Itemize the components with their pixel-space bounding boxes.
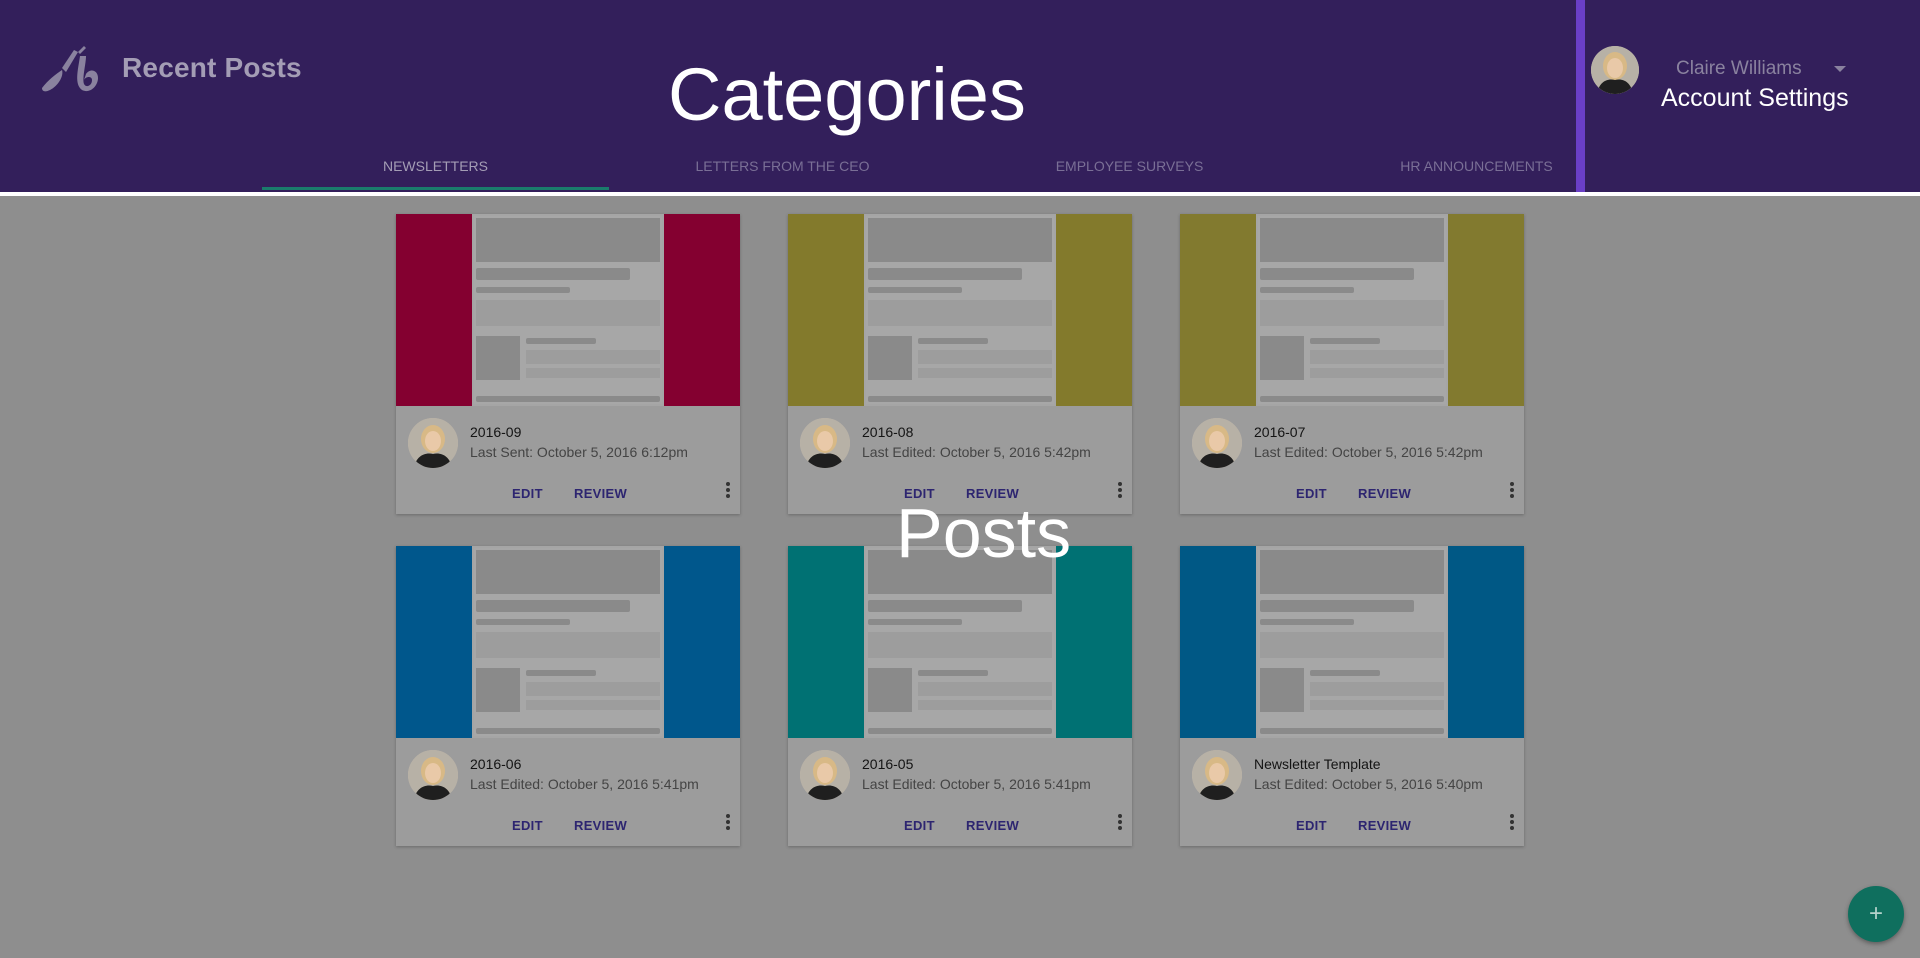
post-timestamp: Last Edited: October 5, 2016 5:40pm [1254,776,1483,792]
post-thumbnail[interactable] [1180,546,1524,738]
edit-button[interactable]: EDIT [1296,818,1327,833]
post-thumbnail[interactable] [788,546,1132,738]
avatar [1192,418,1242,468]
post-timestamp: Last Edited: October 5, 2016 5:41pm [470,776,699,792]
tab-letters-from-the-ceo[interactable]: LETTERS FROM THE CEO [609,150,956,192]
thumbnail-accent-left [788,214,864,406]
thumbnail-accent-right [664,546,740,738]
post-card[interactable]: 2016-09 Last Sent: October 5, 2016 6:12p… [396,214,740,514]
thumbnail-mockup [1258,548,1446,736]
review-button[interactable]: REVIEW [574,818,627,833]
thumbnail-accent-left [396,214,472,406]
thumbnail-accent-right [1056,546,1132,738]
avatar [408,750,458,800]
thumbnail-accent-right [1056,214,1132,406]
chevron-down-icon[interactable] [1834,66,1846,72]
categories-overlay-label: Categories [668,53,1026,136]
post-title: 2016-05 [862,756,914,772]
thumbnail-mockup [474,216,662,404]
tab-employee-surveys[interactable]: EMPLOYEE SURVEYS [956,150,1303,192]
post-thumbnail[interactable] [396,546,740,738]
post-timestamp: Last Edited: October 5, 2016 5:42pm [1254,444,1483,460]
edit-button[interactable]: EDIT [1296,486,1327,501]
thumbnail-accent-right [1448,214,1524,406]
more-vert-icon[interactable] [726,482,730,500]
more-vert-icon[interactable] [1118,814,1122,832]
plus-icon: + [1868,900,1883,927]
post-thumbnail[interactable] [396,214,740,406]
more-vert-icon[interactable] [1510,482,1514,500]
category-tabs: NEWSLETTERS LETTERS FROM THE CEO EMPLOYE… [262,150,1580,192]
post-timestamp: Last Edited: October 5, 2016 5:41pm [862,776,1091,792]
post-card[interactable]: 2016-08 Last Edited: October 5, 2016 5:4… [788,214,1132,514]
posts-grid-area: 2016-09 Last Sent: October 5, 2016 6:12p… [0,196,1920,958]
brush-logo-icon[interactable] [38,44,104,96]
post-timestamp: Last Edited: October 5, 2016 5:42pm [862,444,1091,460]
edit-button[interactable]: EDIT [904,818,935,833]
post-card[interactable]: 2016-07 Last Edited: October 5, 2016 5:4… [1180,214,1524,514]
posts-overlay-label: Posts [896,494,1072,572]
thumbnail-accent-left [1180,546,1256,738]
thumbnail-accent-left [1180,214,1256,406]
account-settings-label: Account Settings [1661,84,1849,112]
post-title: Newsletter Template [1254,756,1381,772]
thumbnail-accent-left [788,546,864,738]
account-name[interactable]: Claire Williams [1676,58,1802,80]
thumbnail-mockup [866,548,1054,736]
more-vert-icon[interactable] [1510,814,1514,832]
post-title: 2016-09 [470,424,522,440]
avatar [800,418,850,468]
add-post-button[interactable]: + [1848,886,1904,942]
post-title: 2016-06 [470,756,522,772]
post-timestamp: Last Sent: October 5, 2016 6:12pm [470,444,688,460]
more-vert-icon[interactable] [1118,482,1122,500]
post-card[interactable]: 2016-06 Last Edited: October 5, 2016 5:4… [396,546,740,846]
review-button[interactable]: REVIEW [966,818,1019,833]
thumbnail-mockup [1258,216,1446,404]
active-tab-indicator [262,187,609,190]
thumbnail-accent-left [396,546,472,738]
post-card[interactable]: 2016-05 Last Edited: October 5, 2016 5:4… [788,546,1132,846]
thumbnail-accent-right [1448,546,1524,738]
avatar [800,750,850,800]
review-button[interactable]: REVIEW [1358,818,1411,833]
post-title: 2016-08 [862,424,914,440]
thumbnail-mockup [866,216,1054,404]
account-avatar[interactable] [1591,46,1639,94]
post-card[interactable]: Newsletter Template Last Edited: October… [1180,546,1524,846]
post-title: 2016-07 [1254,424,1306,440]
post-thumbnail[interactable] [788,214,1132,406]
more-vert-icon[interactable] [726,814,730,832]
thumbnail-mockup [474,548,662,736]
thumbnail-accent-right [664,214,740,406]
edit-button[interactable]: EDIT [512,486,543,501]
app-title: Recent Posts [122,52,302,83]
post-thumbnail[interactable] [1180,214,1524,406]
edit-button[interactable]: EDIT [512,818,543,833]
tab-newsletters[interactable]: NEWSLETTERS [262,150,609,192]
avatar [408,418,458,468]
avatar [1192,750,1242,800]
review-button[interactable]: REVIEW [1358,486,1411,501]
review-button[interactable]: REVIEW [574,486,627,501]
